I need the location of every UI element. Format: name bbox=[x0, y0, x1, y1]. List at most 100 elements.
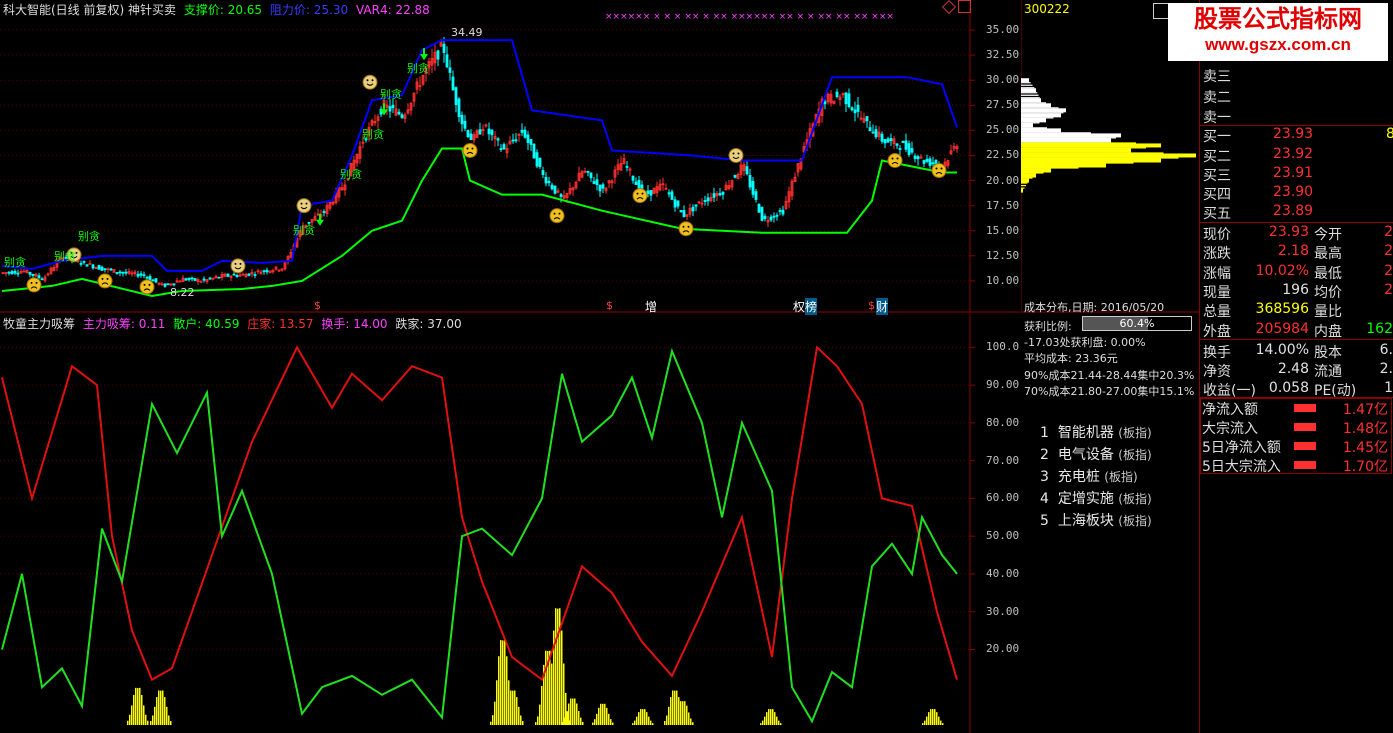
smiley-eye bbox=[896, 157, 899, 160]
event-tag-5[interactable]: 榜 bbox=[805, 298, 818, 315]
absorb-bar bbox=[598, 707, 600, 725]
sector-tag: (板指) bbox=[1118, 492, 1152, 506]
absorb-bar bbox=[566, 711, 568, 725]
bid-label: 买五 bbox=[1203, 206, 1231, 222]
quote-value-2: 162 bbox=[1366, 320, 1393, 337]
quote-label-2: 今开 bbox=[1314, 227, 1342, 243]
flow-label: 大宗流入 bbox=[1202, 421, 1258, 437]
price-axis-label: 20.00 bbox=[986, 173, 1020, 187]
marker-bietan-5: 别贪 bbox=[340, 168, 362, 181]
sector-item[interactable]: 5 上海板块 (板指) bbox=[1040, 510, 1152, 530]
price-chart-panel[interactable] bbox=[0, 0, 1020, 313]
quote-value-2: 1 bbox=[1384, 380, 1393, 397]
smiley-eye bbox=[371, 79, 374, 82]
absorb-bar bbox=[512, 690, 514, 725]
smiley-face bbox=[230, 258, 246, 274]
sub-chart-panel[interactable] bbox=[0, 314, 1020, 733]
event-tag-3[interactable]: 增 bbox=[645, 298, 657, 315]
candle-body bbox=[535, 152, 539, 167]
candle-body bbox=[142, 274, 146, 277]
candle-body bbox=[670, 191, 674, 200]
absorb-bar bbox=[594, 719, 596, 725]
candle-body bbox=[217, 276, 221, 279]
smiley-icon bbox=[26, 277, 42, 293]
candle-body bbox=[865, 116, 869, 122]
absorb-bar bbox=[638, 712, 640, 725]
sub-axis-label: 100.0 bbox=[986, 340, 1020, 354]
absorb-bar bbox=[776, 716, 778, 725]
candle-body bbox=[235, 275, 239, 278]
sub-axis-label: 90.00 bbox=[986, 378, 1020, 392]
smiley-face bbox=[462, 142, 478, 158]
candle-body bbox=[898, 148, 902, 150]
quote-row: 现价 23.93 今开 2 bbox=[1203, 224, 1393, 243]
resistance-line bbox=[1, 39, 958, 272]
sector-item[interactable]: 2 电气设备 (板指) bbox=[1040, 444, 1152, 464]
price-axis-label: 25.00 bbox=[986, 123, 1020, 137]
event-tag-6[interactable]: $ bbox=[868, 299, 875, 312]
absorb-bar bbox=[686, 705, 688, 725]
quote-row: 换手 14.00% 股本 6. bbox=[1203, 342, 1393, 361]
chart-close-icon[interactable] bbox=[958, 0, 971, 13]
flag-icon[interactable] bbox=[1153, 3, 1169, 19]
absorb-bar bbox=[162, 690, 164, 725]
event-tag-2[interactable]: $ bbox=[606, 299, 613, 312]
profit-ratio-value: 60.4% bbox=[1119, 317, 1155, 330]
flow-row[interactable]: 净流入额 1.47亿 bbox=[1202, 399, 1392, 418]
resist-value: 阻力价: 25.30 bbox=[269, 3, 349, 17]
absorb-bar bbox=[940, 720, 942, 725]
absorb-bar bbox=[760, 723, 762, 725]
absorb-bar bbox=[164, 697, 166, 725]
flow-row[interactable]: 大宗流入 1.48亿 bbox=[1202, 418, 1392, 437]
absorb-bar bbox=[936, 712, 938, 725]
flow-row[interactable]: 5日净流入额 1.45亿 bbox=[1202, 437, 1392, 456]
event-tag-4[interactable]: 权 bbox=[793, 298, 805, 315]
absorb-bar bbox=[137, 687, 139, 725]
flow-label: 5日大宗流入 bbox=[1202, 459, 1281, 475]
price-axis-label: 15.00 bbox=[986, 223, 1020, 237]
candle-body bbox=[721, 191, 725, 195]
buy-arrow-icon bbox=[316, 213, 324, 226]
bid-price: 23.89 bbox=[1273, 203, 1314, 219]
bid-row[interactable]: 买三 23.91 bbox=[1203, 165, 1393, 184]
flow-bar bbox=[1294, 461, 1316, 469]
smiley-eye bbox=[30, 281, 33, 284]
bid-row[interactable]: 买四 23.90 bbox=[1203, 184, 1393, 203]
absorb-bar bbox=[596, 713, 598, 725]
sub-chart-svg bbox=[0, 314, 975, 733]
absorb-bar bbox=[666, 715, 668, 725]
absorb-bar bbox=[578, 711, 580, 725]
flow-label: 5日净流入额 bbox=[1202, 440, 1281, 456]
smiley-eye bbox=[940, 167, 943, 170]
absorb-bar bbox=[938, 716, 940, 725]
bid-row[interactable]: 买一 23.93 8 bbox=[1203, 126, 1393, 145]
sub-axis-label: 30.00 bbox=[986, 604, 1020, 618]
fall-value: 跌家: 37.00 bbox=[395, 317, 462, 331]
event-tag-1[interactable]: $ bbox=[314, 299, 321, 312]
ask-row[interactable]: 卖三 bbox=[1203, 66, 1393, 85]
marker-bietan-8: 别贪 bbox=[407, 62, 429, 75]
smiley-eye bbox=[682, 225, 685, 228]
candle-body bbox=[97, 265, 101, 270]
candle-body bbox=[202, 278, 206, 281]
ask-row[interactable]: 卖二 bbox=[1203, 87, 1393, 106]
sector-tag: (板指) bbox=[1118, 426, 1152, 440]
ask-row[interactable]: 卖一 bbox=[1203, 107, 1393, 126]
quote-label: 净资 bbox=[1203, 364, 1231, 381]
candle-body bbox=[538, 157, 542, 167]
absorb-bar bbox=[774, 712, 776, 725]
flow-row[interactable]: 5日大宗流入 1.70亿 bbox=[1202, 456, 1392, 475]
bid-row[interactable]: 买二 23.92 bbox=[1203, 146, 1393, 165]
quote-label: 换手 bbox=[1203, 344, 1231, 361]
quote-divider-2 bbox=[1200, 339, 1393, 340]
absorb-bar bbox=[574, 698, 576, 725]
sector-item[interactable]: 1 智能机器 (板指) bbox=[1040, 422, 1152, 442]
sector-item[interactable]: 3 充电桩 (板指) bbox=[1040, 466, 1138, 486]
bid-row[interactable]: 买五 23.89 bbox=[1203, 203, 1393, 222]
event-tag-7[interactable]: 财 bbox=[876, 298, 889, 315]
sector-num: 3 bbox=[1040, 469, 1049, 485]
ask-label: 卖一 bbox=[1203, 110, 1231, 126]
sector-item[interactable]: 4 定增实施 (板指) bbox=[1040, 488, 1152, 508]
candle-body bbox=[187, 277, 191, 280]
quote-value-2: 2. bbox=[1379, 361, 1393, 378]
